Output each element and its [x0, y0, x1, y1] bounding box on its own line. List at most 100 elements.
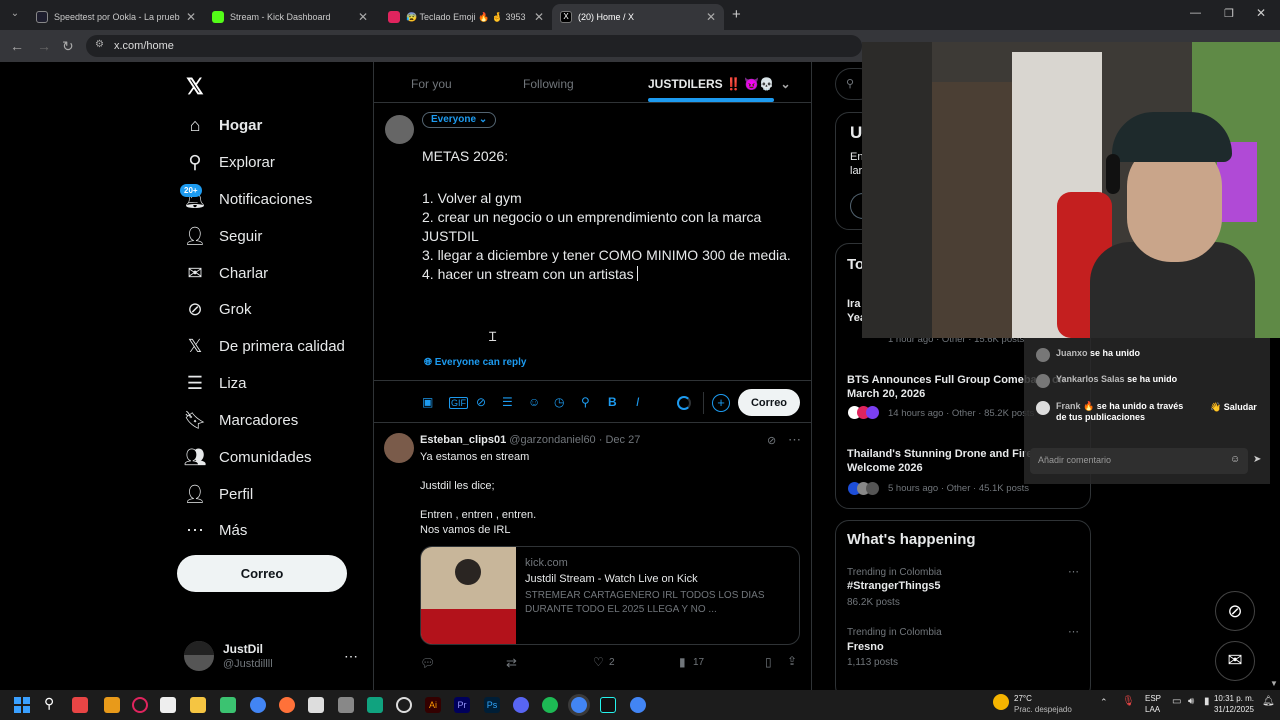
sidebar-item-grok[interactable]: ⊘︎ Grok	[185, 294, 251, 324]
sidebar-item-marcadores[interactable]: 🔖︎ Marcadores	[184, 405, 299, 435]
tab-search-icon[interactable]: ⌄	[8, 8, 22, 22]
emoji-icon[interactable]: ☺	[528, 395, 540, 409]
chat-emoji-icon[interactable]: ☺	[1230, 454, 1240, 465]
add-thread-icon[interactable]: +	[712, 394, 730, 412]
reload-icon[interactable]: ↻	[62, 38, 74, 55]
reply-setting[interactable]: 🌐︎ Everyone can reply	[424, 357, 527, 368]
gif-icon[interactable]: GIF	[449, 397, 468, 409]
firefox-icon[interactable]	[279, 697, 295, 713]
grok-float-icon[interactable]: ⊘	[1215, 591, 1255, 631]
file-explorer-icon[interactable]	[190, 697, 206, 713]
tweet-author-name[interactable]: Esteban_clips01	[420, 434, 506, 446]
sidebar-item-seguir[interactable]: 👤︎ Seguir	[184, 221, 263, 251]
new-tab-icon[interactable]: +	[732, 6, 741, 23]
trend-more-icon[interactable]: ⋯	[1068, 625, 1079, 638]
share-icon[interactable]: ⇪	[787, 654, 797, 668]
tab-kick[interactable]: Stream - Kick Dashboard ✕	[204, 4, 376, 30]
taskbar-search-icon[interactable]: ⚲	[44, 695, 54, 712]
trend-name[interactable]: Fresno	[847, 641, 884, 653]
scroll-down-icon[interactable]: ▼	[1270, 679, 1278, 688]
x-logo-icon[interactable]: 𝕏	[186, 74, 204, 100]
premiere-icon[interactable]: Pr	[454, 697, 470, 713]
messages-float-icon[interactable]: ✉	[1215, 641, 1255, 681]
tweet-date[interactable]: · Dec 27	[599, 434, 641, 446]
weather-icon[interactable]	[993, 694, 1009, 710]
clock-date[interactable]: 31/12/2025	[1209, 705, 1254, 714]
restore-icon[interactable]: ❐	[1224, 7, 1234, 20]
taskbar-app-icon[interactable]	[308, 697, 324, 713]
italic-icon[interactable]: I	[636, 395, 639, 409]
obs-icon[interactable]	[396, 697, 412, 713]
compose-post-button[interactable]: Correo	[738, 389, 800, 416]
chrome-icon[interactable]	[250, 697, 266, 713]
taskbar-app-icon[interactable]	[104, 697, 120, 713]
close-tab-icon[interactable]: ✕	[534, 10, 544, 24]
audience-selector[interactable]: Everyone ⌄	[422, 112, 497, 128]
tab-x-home[interactable]: X (20) Home / X ✕	[552, 4, 724, 30]
reply-icon[interactable]: 💬︎	[420, 656, 435, 670]
network-icon[interactable]: ▭	[1172, 696, 1181, 707]
repost-icon[interactable]: ⇄	[506, 655, 517, 671]
send-icon[interactable]: ➤	[1253, 454, 1261, 465]
mic-icon[interactable]: 🎙︎	[1122, 696, 1135, 707]
link-card[interactable]: kick.com Justdil Stream - Watch Live on …	[420, 546, 800, 645]
poll-icon[interactable]: ☰	[502, 395, 513, 409]
taskbar-app-icon[interactable]	[338, 697, 354, 713]
taskbar-app-icon[interactable]	[220, 697, 236, 713]
sidebar-item-perfil[interactable]: 👤︎ Perfil	[184, 479, 254, 509]
close-window-icon[interactable]: ✕	[1256, 6, 1266, 20]
tiktok-icon[interactable]	[600, 697, 616, 713]
url-input[interactable]: ⚙ x.com/home	[86, 35, 862, 57]
minimize-icon[interactable]: —	[1190, 7, 1201, 19]
account-menu-icon[interactable]: ⋯	[344, 648, 358, 665]
clock-time[interactable]: 10:31 p. m.	[1212, 694, 1254, 703]
media-icon[interactable]: ▣	[422, 395, 433, 409]
sidebar-item-liza[interactable]: ☰︎ Liza	[185, 368, 247, 398]
bookmark-icon[interactable]: ▯	[765, 655, 772, 669]
sidebar-item-hogar[interactable]: ⌂︎ Hogar	[185, 110, 263, 140]
tab-for-you[interactable]: For you	[411, 77, 452, 91]
photoshop-icon[interactable]: Ps	[484, 697, 500, 713]
trend-name[interactable]: #StrangerThings5	[847, 580, 941, 592]
notification-center-icon[interactable]: 🔔︎	[1262, 696, 1275, 707]
tab-emoji[interactable]: 😰 Teclado Emoji 🔥 🤞 3953 ✕	[380, 4, 552, 30]
spotify-icon[interactable]	[542, 697, 558, 713]
tweet-more-icon[interactable]: ⋯	[788, 432, 801, 448]
greet-button[interactable]: 👋 Saludar	[1210, 402, 1257, 413]
sidebar-item-charlar[interactable]: ✉︎ Charlar	[185, 258, 268, 288]
grok-explain-icon[interactable]: ⊘	[767, 434, 776, 447]
chatgpt-icon[interactable]	[367, 697, 383, 713]
grok-tool-icon[interactable]: ⊘	[476, 395, 486, 409]
discord-icon[interactable]	[513, 697, 529, 713]
illustrator-icon[interactable]: Ai	[425, 697, 441, 713]
tweet-avatar[interactable]	[384, 433, 414, 463]
location-icon[interactable]: ⚲	[581, 395, 590, 409]
close-tab-icon[interactable]: ✕	[186, 10, 196, 24]
forward-icon[interactable]: →	[37, 38, 51, 54]
windows-start-icon[interactable]	[14, 697, 30, 713]
sidebar-item-explorar[interactable]: ⚲︎ Explorar	[185, 147, 274, 177]
trend-more-icon[interactable]: ⋯	[1068, 565, 1079, 578]
avatar[interactable]	[184, 641, 214, 671]
tab-speedtest[interactable]: Speedtest por Ookla - La prueba d ✕	[28, 4, 204, 30]
tweet-author-handle[interactable]: @garzondaniel60	[509, 434, 595, 446]
sidebar-item-notificaciones[interactable]: 🔔︎ Notificaciones	[184, 184, 313, 214]
compose-avatar[interactable]	[385, 115, 414, 144]
close-tab-icon[interactable]: ✕	[358, 10, 368, 24]
sidebar-item-comunidades[interactable]: 👥︎ Comunidades	[184, 442, 312, 472]
back-icon[interactable]: ←	[10, 38, 24, 54]
like-icon[interactable]: ♡	[593, 655, 604, 669]
tray-expand-icon[interactable]: ⌃	[1100, 697, 1108, 708]
chat-comment-input[interactable]: Añadir comentario	[1030, 448, 1248, 474]
sidebar-item-más[interactable]: ⋯︎ Más	[185, 515, 247, 545]
language-indicator[interactable]: ESP	[1145, 694, 1161, 703]
schedule-icon[interactable]: ◷	[554, 395, 564, 409]
volume-icon[interactable]: 🔊︎	[1188, 696, 1194, 707]
tab-following[interactable]: Following	[523, 77, 574, 91]
sidebar-item-de-primera-calidad[interactable]: 𝕏︎ De primera calidad	[185, 331, 345, 361]
close-tab-icon[interactable]: ✕	[706, 10, 716, 24]
views-icon[interactable]: ▮	[679, 655, 686, 669]
bold-icon[interactable]: B	[608, 395, 617, 409]
taskbar-app-icon[interactable]	[72, 697, 88, 713]
chrome-active-icon[interactable]	[571, 697, 587, 713]
